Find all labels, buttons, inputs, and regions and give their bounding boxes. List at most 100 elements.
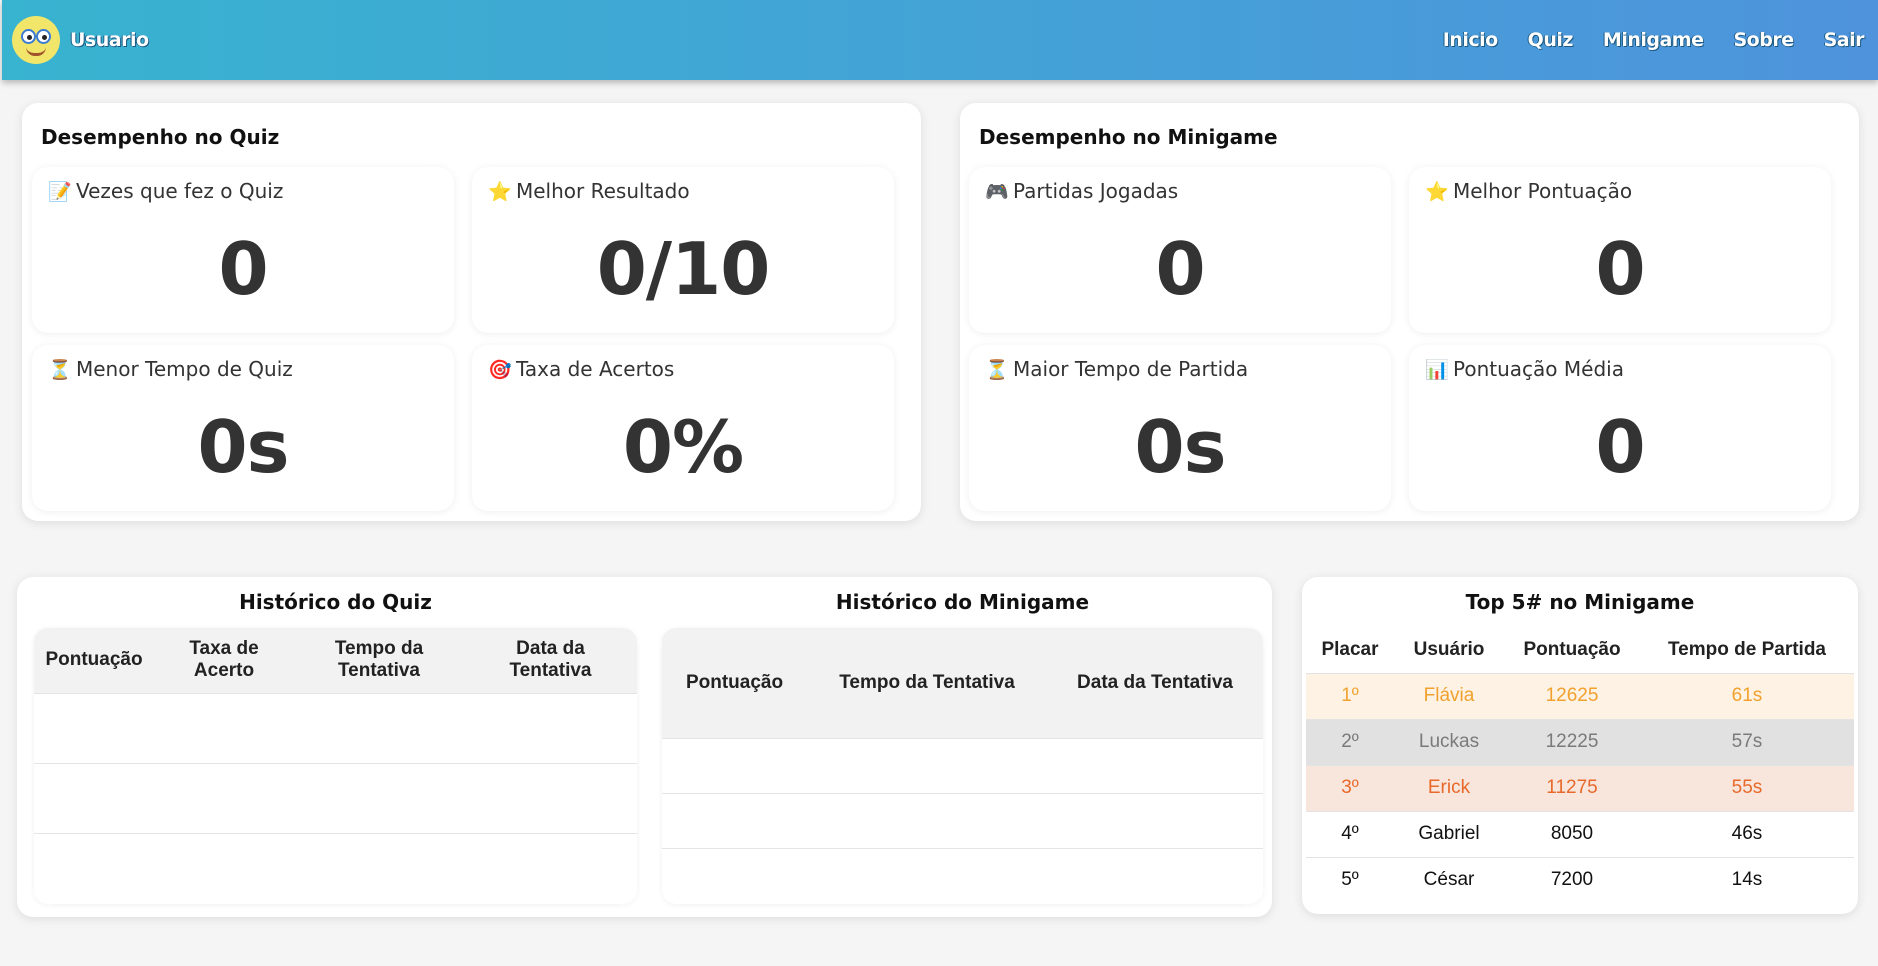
- rank-cell: 2º: [1306, 718, 1394, 765]
- nav-quiz-link[interactable]: Quiz: [1528, 29, 1574, 51]
- quiz-min-time-label: Menor Tempo de Quiz: [76, 357, 293, 381]
- quiz-col-date: Data da Tentativa: [464, 628, 637, 693]
- minigame-history-title: Histórico do Minigame: [835, 590, 1090, 614]
- quiz-col-time: Tempo da Tentativa: [294, 628, 464, 693]
- top5-col-time: Tempo de Partida: [1667, 638, 1826, 660]
- user-cell: César: [1394, 856, 1504, 903]
- minigame-average-score-label: Pontuação Média: [1453, 357, 1624, 381]
- table-row: 5º César 7200 14s: [1306, 856, 1854, 903]
- star-icon: ⭐: [1425, 180, 1449, 203]
- top5-col-score: Pontuação: [1523, 638, 1621, 660]
- top5-panel: Top 5# no Minigame Placar Usuário Pontua…: [1302, 577, 1858, 914]
- table-row: [662, 792, 1263, 848]
- rank-cell: 3º: [1306, 764, 1394, 811]
- quiz-best-result-value: 0/10: [596, 227, 771, 311]
- quiz-min-time-label-row: ⏳ Menor Tempo de Quiz: [48, 357, 293, 381]
- quiz-col-score: Pontuação: [34, 628, 154, 693]
- quiz-min-time-value: 0s: [197, 405, 290, 489]
- star-icon: ⭐: [488, 180, 512, 203]
- history-panel: Histórico do Quiz Pontuação Taxa de Acer…: [17, 577, 1272, 917]
- minigame-best-score-label-row: ⭐ Melhor Pontuação: [1425, 179, 1632, 203]
- minigame-matches-card: 🎮 Partidas Jogadas 0: [969, 167, 1391, 333]
- top5-col-user: Usuário: [1413, 638, 1485, 660]
- score-cell: 11275: [1504, 764, 1640, 811]
- quiz-accuracy-value: 0%: [622, 405, 744, 489]
- quiz-history-table: Pontuação Taxa de Acerto Tempo da Tentat…: [34, 628, 637, 903]
- avatar-mouth: [26, 47, 46, 56]
- minigame-max-time-label-row: ⏳ Maior Tempo de Partida: [985, 357, 1248, 381]
- minigame-history-header-row: Pontuação Tempo da Tentativa Data da Ten…: [662, 628, 1263, 738]
- minigame-best-score-card: ⭐ Melhor Pontuação 0: [1409, 167, 1831, 333]
- minigame-matches-label-row: 🎮 Partidas Jogadas: [985, 179, 1178, 203]
- quiz-attempts-label-row: 📝 Vezes que fez o Quiz: [48, 179, 283, 203]
- minigame-max-time-card: ⏳ Maior Tempo de Partida 0s: [969, 345, 1391, 511]
- avatar-eye-left: [21, 29, 36, 44]
- minigame-average-score-value: 0: [1595, 405, 1645, 489]
- quiz-col-accuracy: Taxa de Acerto: [154, 628, 294, 693]
- minigame-max-time-label: Maior Tempo de Partida: [1013, 357, 1249, 381]
- quiz-history-table-wrap: Pontuação Taxa de Acerto Tempo da Tentat…: [34, 628, 637, 904]
- rank-cell: 4º: [1306, 810, 1394, 857]
- top5-row-bronze: 3º Erick 11275 55s: [1306, 764, 1854, 811]
- user-avatar-icon[interactable]: [12, 16, 60, 64]
- rank-cell: 1º: [1306, 672, 1394, 719]
- quiz-accuracy-label-row: 🎯 Taxa de Acertos: [488, 357, 674, 381]
- time-cell: 14s: [1640, 856, 1854, 903]
- table-row: [34, 832, 637, 903]
- minigame-average-score-label-row: 📊 Pontuação Média: [1425, 357, 1624, 381]
- score-cell: 7200: [1504, 856, 1640, 903]
- table-row: 4º Gabriel 8050 46s: [1306, 810, 1854, 857]
- minigame-col-date: Data da Tentativa: [1047, 628, 1263, 738]
- minigame-matches-value: 0: [1155, 227, 1205, 311]
- user-cell: Flávia: [1394, 672, 1504, 719]
- top5-row-gold: 1º Flávia 12625 61s: [1306, 672, 1854, 719]
- minigame-performance-title: Desempenho no Minigame: [979, 125, 1278, 149]
- rank-cell: 5º: [1306, 856, 1394, 903]
- top5-row-silver: 2º Luckas 12225 57s: [1306, 718, 1854, 765]
- score-cell: 8050: [1504, 810, 1640, 857]
- table-row: [34, 692, 637, 763]
- top5-table: Placar Usuário Pontuação Tempo de Partid…: [1306, 627, 1854, 903]
- minigame-history-table-wrap: Pontuação Tempo da Tentativa Data da Ten…: [662, 628, 1263, 904]
- nav-inicio-link[interactable]: Inicio: [1443, 29, 1498, 51]
- quiz-attempts-card: 📝 Vezes que fez o Quiz 0: [32, 167, 454, 333]
- top-navbar: Usuario Inicio Quiz Minigame Sobre Sair: [2, 0, 1878, 80]
- quiz-best-result-label-row: ⭐ Melhor Resultado: [488, 179, 690, 203]
- minigame-max-time-value: 0s: [1134, 405, 1227, 489]
- minigame-best-score-label: Melhor Pontuação: [1453, 179, 1633, 203]
- quiz-min-time-card: ⏳ Menor Tempo de Quiz 0s: [32, 345, 454, 511]
- top5-col-place: Placar: [1321, 638, 1379, 660]
- quiz-attempts-label: Vezes que fez o Quiz: [76, 179, 284, 203]
- quiz-accuracy-label: Taxa de Acertos: [516, 357, 675, 381]
- hourglass-icon: ⏳: [48, 358, 72, 381]
- score-cell: 12625: [1504, 672, 1640, 719]
- time-cell: 46s: [1640, 810, 1854, 857]
- gamepad-icon: 🎮: [985, 180, 1009, 203]
- top5-title: Top 5# no Minigame: [1465, 590, 1695, 614]
- minigame-col-time: Tempo da Tentativa: [807, 628, 1047, 738]
- avatar-eye-right: [36, 29, 51, 44]
- table-row: [662, 847, 1263, 903]
- quiz-attempts-value: 0: [218, 227, 268, 311]
- user-cell: Luckas: [1394, 718, 1504, 765]
- user-cell: Gabriel: [1394, 810, 1504, 857]
- nav-minigame-link[interactable]: Minigame: [1603, 29, 1704, 51]
- table-row: [662, 737, 1263, 793]
- main-nav: Inicio Quiz Minigame Sobre Sair: [1443, 0, 1865, 80]
- nav-sair-link[interactable]: Sair: [1824, 29, 1865, 51]
- minigame-performance-panel: Desempenho no Minigame 🎮 Partidas Jogada…: [960, 103, 1859, 521]
- quiz-best-result-label: Melhor Resultado: [516, 179, 690, 203]
- time-cell: 55s: [1640, 764, 1854, 811]
- minigame-history-table: Pontuação Tempo da Tentativa Data da Ten…: [662, 628, 1263, 903]
- top5-header-row: Placar Usuário Pontuação Tempo de Partid…: [1306, 627, 1854, 673]
- time-cell: 57s: [1640, 718, 1854, 765]
- minigame-matches-label: Partidas Jogadas: [1013, 179, 1179, 203]
- target-icon: 🎯: [488, 358, 512, 381]
- username-label[interactable]: Usuario: [70, 29, 149, 51]
- minigame-col-score: Pontuação: [662, 628, 807, 738]
- quiz-accuracy-card: 🎯 Taxa de Acertos 0%: [472, 345, 894, 511]
- quiz-history-title: Histórico do Quiz: [239, 590, 432, 614]
- time-cell: 61s: [1640, 672, 1854, 719]
- quiz-best-result-card: ⭐ Melhor Resultado 0/10: [472, 167, 894, 333]
- nav-sobre-link[interactable]: Sobre: [1734, 29, 1795, 51]
